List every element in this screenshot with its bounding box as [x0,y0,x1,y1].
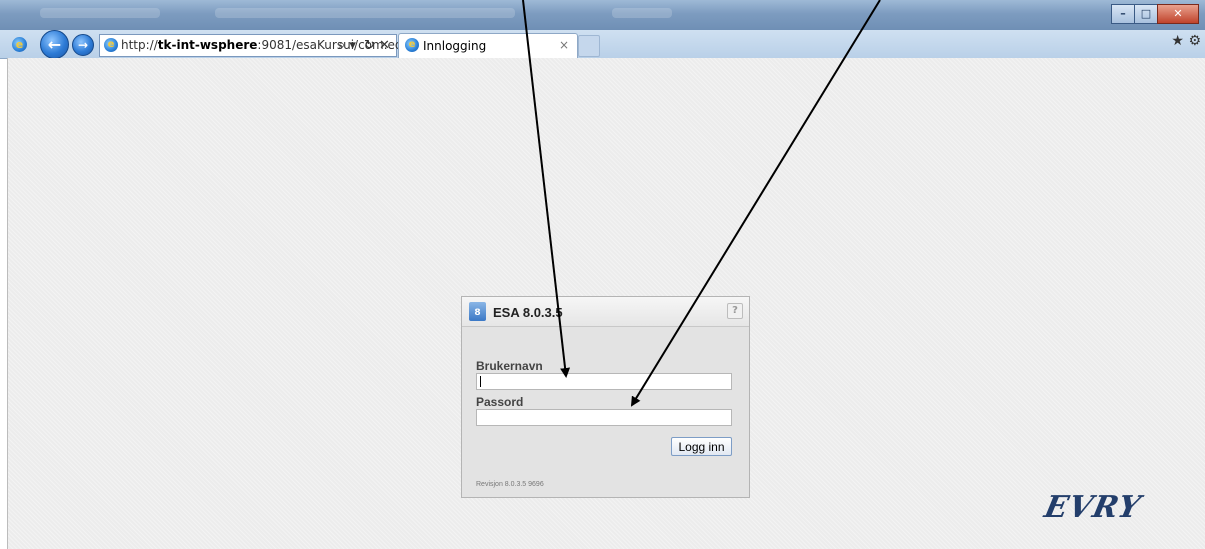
annotation-arrows [522,0,881,407]
arrow-to-username [522,0,571,378]
arrow-to-password [630,0,881,407]
